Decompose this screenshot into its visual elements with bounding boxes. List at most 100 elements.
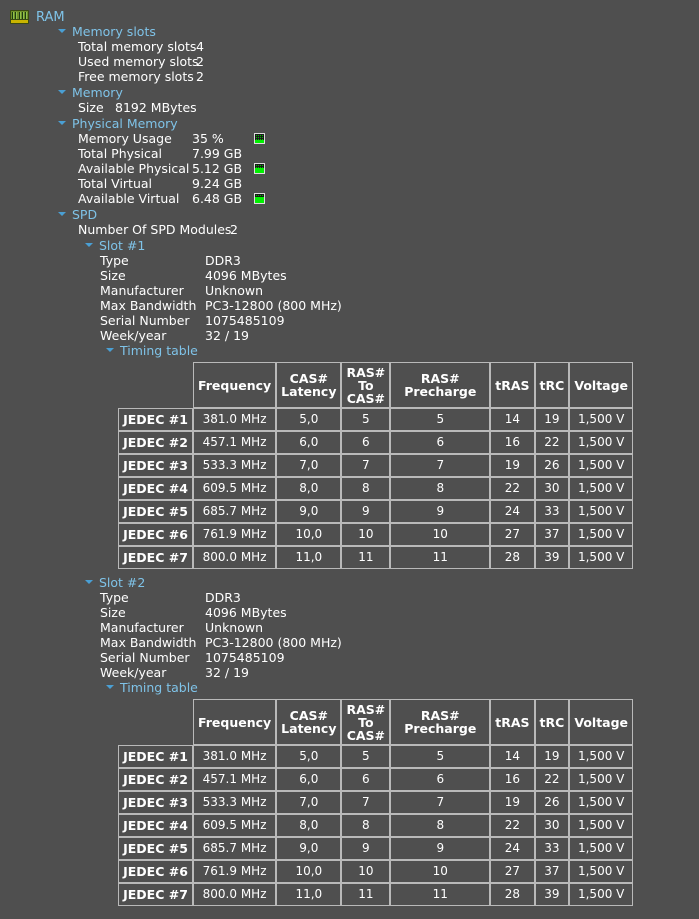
cell-ras-precharge: 7 [390,791,491,814]
cell-tras: 27 [490,523,535,546]
tree-node-slot-1[interactable]: Slot #1 [85,238,699,253]
cell-trc: 19 [534,408,570,431]
row-value: DDR3 [205,253,241,268]
chevron-down-icon[interactable] [58,27,67,36]
cell-frequency: 761.9 MHz [193,860,277,883]
chevron-down-icon[interactable] [58,119,67,128]
cell-tras: 24 [490,837,535,860]
chevron-down-icon[interactable] [106,683,115,692]
cell-cas-latency: 11,0 [276,546,342,569]
row-key: Serial Number [100,313,190,328]
table-row: JEDEC #1 381.0 MHz 5,0 5 5 14 19 1,500 V [118,408,634,431]
root-node-label: RAM [36,9,65,25]
cell-ras-precharge: 7 [390,454,491,477]
cell-voltage: 1,500 V [569,431,634,454]
row-slot1-manufacturer: Manufacturer Unknown [100,283,699,298]
row-label: JEDEC #6 [118,860,193,883]
row-key: Total memory slots [78,39,197,54]
cell-tras: 16 [490,768,535,791]
available-virtual-gauge-icon [254,193,265,204]
cell-voltage: 1,500 V [569,546,634,569]
cell-ras-precharge: 11 [390,546,491,569]
chevron-down-icon[interactable] [85,578,94,587]
row-label: JEDEC #3 [118,791,193,814]
cell-frequency: 800.0 MHz [193,546,277,569]
row-key: Type [100,253,129,268]
cell-frequency: 685.7 MHz [193,500,277,523]
cell-trc: 37 [534,860,570,883]
tree-node-memory[interactable]: Memory [58,85,699,100]
tree-node-memory-slots[interactable]: Memory slots [58,24,699,39]
row-available-physical: Available Physical 5.12 GB [78,161,699,176]
tree-node-physical-memory[interactable]: Physical Memory [58,116,699,131]
row-slot1-size: Size 4096 MBytes [100,268,699,283]
row-key: Total Physical [78,146,163,161]
cell-cas-latency: 5,0 [276,745,342,768]
cell-frequency: 533.3 MHz [193,791,277,814]
row-value: PC3-12800 (800 MHz) [205,635,342,650]
column-header-ras-precharge: RAS# Precharge [390,699,491,745]
cell-trc: 22 [534,768,570,791]
row-slot2-serial-number: Serial Number 1075485109 [100,650,699,665]
chevron-down-icon[interactable] [106,346,115,355]
cell-voltage: 1,500 V [569,745,634,768]
cell-ras-to-cas: 9 [341,837,391,860]
table-body: JEDEC #1 381.0 MHz 5,0 5 5 14 19 1,500 V… [118,745,634,906]
cell-voltage: 1,500 V [569,523,634,546]
available-physical-gauge-icon [254,163,265,174]
row-key: Memory Usage [78,131,172,146]
row-slot2-size: Size 4096 MBytes [100,605,699,620]
row-label: JEDEC #6 [118,523,193,546]
row-label: JEDEC #1 [118,408,193,431]
cell-voltage: 1,500 V [569,837,634,860]
row-label: JEDEC #5 [118,500,193,523]
cell-cas-latency: 11,0 [276,883,342,906]
row-slot2-type: Type DDR3 [100,590,699,605]
cell-ras-to-cas: 5 [341,745,391,768]
cell-cas-latency: 7,0 [276,454,342,477]
chevron-down-icon[interactable] [85,241,94,250]
row-value: 4 [196,39,204,54]
cell-trc: 30 [534,814,570,837]
row-value: 6.48 GB [192,191,243,206]
row-value: 32 / 19 [205,328,249,343]
tree-node-slot2-timing-table[interactable]: Timing table [106,680,699,695]
cell-ras-precharge: 11 [390,883,491,906]
table-row: JEDEC #2 457.1 MHz 6,0 6 6 16 22 1,500 V [118,431,634,454]
cell-tras: 14 [490,408,535,431]
row-slot2-week-year: Week/year 32 / 19 [100,665,699,680]
row-key: Week/year [100,665,167,680]
cell-cas-latency: 6,0 [276,768,342,791]
row-value: 1075485109 [205,313,285,328]
tree-node-spd[interactable]: SPD [58,207,699,222]
cell-cas-latency: 10,0 [276,860,342,883]
row-key: Size [100,268,126,283]
row-key: Manufacturer [100,620,184,635]
cell-ras-to-cas: 6 [341,768,391,791]
row-key: Week/year [100,328,167,343]
cell-tras: 22 [490,814,535,837]
cell-tras: 16 [490,431,535,454]
root-node-ram[interactable]: RAM [0,0,699,25]
cell-tras: 19 [490,454,535,477]
chevron-down-icon[interactable] [58,210,67,219]
row-value: 2 [196,54,204,69]
row-total-physical: Total Physical 7.99 GB [78,146,699,161]
column-header-ras-precharge: RAS# Precharge [390,362,491,408]
cell-trc: 37 [534,523,570,546]
cell-ras-precharge: 5 [390,408,491,431]
row-slot1-serial-number: Serial Number 1075485109 [100,313,699,328]
cell-ras-precharge: 10 [390,523,491,546]
row-value: Unknown [205,283,264,298]
cell-ras-to-cas: 8 [341,814,391,837]
table-row: JEDEC #6 761.9 MHz 10,0 10 10 27 37 1,50… [118,860,634,883]
row-slot2-max-bandwidth: Max Bandwidth PC3-12800 (800 MHz) [100,635,699,650]
column-header-tras: tRAS [490,699,535,745]
chevron-down-icon[interactable] [58,88,67,97]
cell-trc: 22 [534,431,570,454]
cell-ras-to-cas: 5 [341,408,391,431]
row-key: Total Virtual [78,176,153,191]
tree-node-slot1-timing-table[interactable]: Timing table [106,343,699,358]
cell-trc: 33 [534,500,570,523]
tree-node-slot-2[interactable]: Slot #2 [85,575,699,590]
